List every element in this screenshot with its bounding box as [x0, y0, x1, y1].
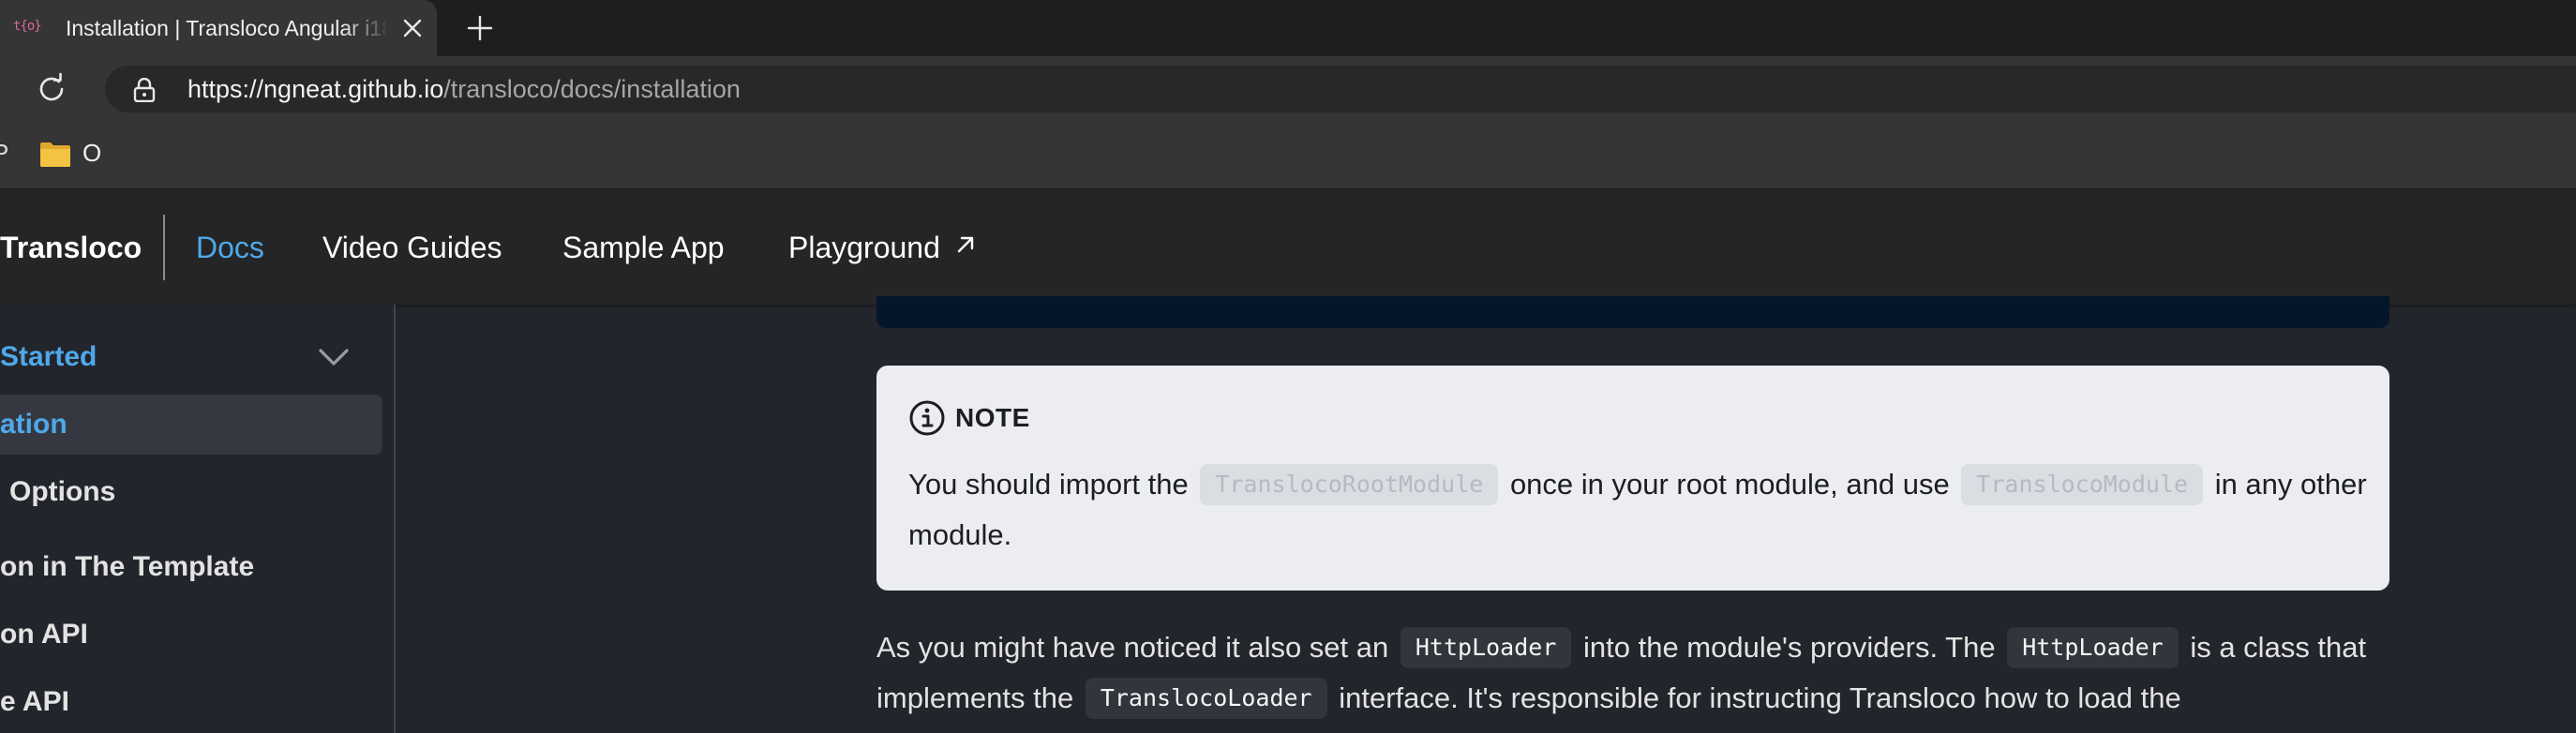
- sidebar-item-language-api[interactable]: e API: [0, 681, 69, 723]
- note-text: You should import the TranslocoRootModul…: [908, 459, 2371, 561]
- inline-code: HttpLoader: [2007, 627, 2179, 668]
- nav-link-sample-app[interactable]: Sample App: [562, 224, 725, 271]
- note-text-part: You should import the: [908, 468, 1197, 501]
- browser-address-bar: https://ngneat.github.io/transloco/docs/…: [0, 56, 2576, 122]
- inline-code: TranslocoModule: [1961, 464, 2204, 505]
- docs-sidebar: Started ation Options on in The Template…: [0, 305, 396, 733]
- inline-code: TranslocoRootModule: [1200, 464, 1499, 505]
- bookmarks-bar: P O: [0, 122, 2576, 189]
- info-icon: [908, 399, 946, 437]
- transloco-favicon-icon: t{o}: [13, 19, 42, 34]
- site-navbar: Transloco Docs Video Guides Sample App P…: [0, 190, 2576, 305]
- sidebar-item-translation-in-template[interactable]: on in The Template: [0, 546, 254, 588]
- inline-code: HttpLoader: [1400, 627, 1572, 668]
- sidebar-item-config-options[interactable]: Options: [9, 471, 115, 513]
- bookmark-item-cut[interactable]: P: [0, 139, 8, 168]
- nav-link-playground[interactable]: Playground: [788, 224, 940, 271]
- note-heading: NOTE: [908, 399, 1030, 437]
- external-link-icon: [954, 233, 977, 256]
- paragraph-text-part: into the module's providers. The: [1575, 631, 2004, 664]
- note-title: NOTE: [955, 403, 1030, 432]
- browser-tab-bar: t{o} Installation | Transloco Angular i1…: [0, 0, 2576, 56]
- paragraph-text-part: interface. It's responsible for instruct…: [1330, 681, 2181, 714]
- close-icon[interactable]: [397, 13, 427, 43]
- sidebar-item-translation-api[interactable]: on API: [0, 614, 88, 655]
- navbar-divider: [163, 215, 165, 280]
- nav-link-docs[interactable]: Docs: [196, 224, 264, 271]
- new-tab-plus-icon[interactable]: [463, 11, 497, 45]
- folder-icon[interactable]: [39, 141, 71, 169]
- content-paragraph: As you might have noticed it also set an…: [876, 622, 2414, 724]
- bookmark-folder-label[interactable]: O: [82, 139, 101, 168]
- url-input[interactable]: https://ngneat.github.io/transloco/docs/…: [105, 66, 2576, 112]
- inline-code: TranslocoLoader: [1085, 678, 1327, 719]
- code-block: [876, 296, 2389, 328]
- note-text-part: once in your root module, and use: [1502, 468, 1958, 501]
- reload-icon[interactable]: [34, 71, 69, 107]
- url-host: https://ngneat.github.io: [187, 75, 444, 103]
- tab-title: Installation | Transloco Angular i18n: [66, 16, 388, 40]
- chevron-down-icon[interactable]: [315, 344, 352, 370]
- nav-link-video-guides[interactable]: Video Guides: [322, 224, 502, 271]
- paragraph-text-part: As you might have noticed it also set an: [876, 631, 1397, 664]
- sidebar-item-installation[interactable]: ation: [0, 404, 67, 445]
- site-brand[interactable]: Transloco: [0, 224, 142, 271]
- url-text: https://ngneat.github.io/transloco/docs/…: [187, 66, 741, 112]
- url-path: /transloco/docs/installation: [443, 75, 741, 103]
- note-admonition: NOTE You should import the TranslocoRoot…: [876, 366, 2389, 591]
- browser-tab[interactable]: t{o} Installation | Transloco Angular i1…: [0, 0, 437, 56]
- sidebar-item-getting-started[interactable]: Started: [0, 337, 97, 378]
- lock-icon[interactable]: [133, 77, 156, 103]
